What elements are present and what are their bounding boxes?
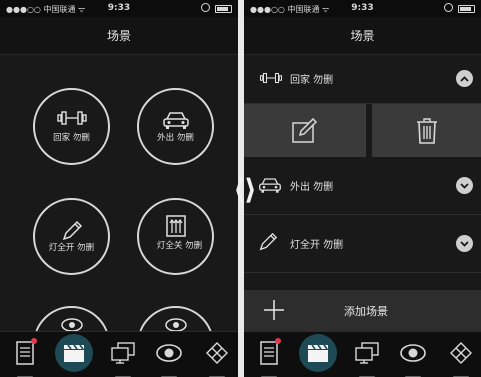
monitors-icon: [355, 342, 379, 364]
scene-row-label: 灯全开 勿删: [290, 240, 344, 251]
scene-label: 外出 勿删: [157, 133, 194, 143]
scene-row-label: 回家 勿删: [290, 75, 334, 86]
plus-icon: [264, 300, 284, 320]
tab-devices[interactable]: [106, 336, 140, 377]
edit-icon: [292, 117, 318, 143]
status-bar: ●●●○○ 中国联通 ᯤ 9:33: [0, 0, 238, 17]
scene-row-away[interactable]: 外出 勿删: [244, 157, 481, 215]
scene-label: 灯全开 勿删: [48, 243, 95, 253]
scene-label: 回家 勿删: [53, 133, 90, 143]
scene-button-lights-off[interactable]: 灯全关 勿删: [137, 198, 214, 275]
chevron-up-icon[interactable]: [456, 70, 473, 87]
scene-row-lights-on[interactable]: 灯全开 勿删: [244, 215, 481, 273]
scene-row-label: 外出 勿删: [290, 182, 334, 193]
tab-monitor[interactable]: [152, 336, 186, 377]
scene-button-lights-on[interactable]: 灯全开 勿删: [33, 198, 110, 275]
delete-button[interactable]: [372, 104, 481, 157]
dumbbell-icon: [259, 72, 283, 84]
pen-icon: [62, 220, 82, 241]
page-title: 场景: [0, 17, 238, 55]
trash-icon: [416, 117, 437, 144]
tab-bar: [244, 331, 481, 377]
eye-icon: [156, 344, 182, 362]
diamond-grid-icon: [450, 342, 472, 364]
right-screen: ●●●○○ 中国联通 ᯤ 9:33 场景 回家 勿删 外出 勿删 灯全开 勿删 …: [244, 0, 481, 377]
tab-more[interactable]: [200, 336, 234, 377]
tab-devices[interactable]: [350, 336, 384, 377]
add-scene-button[interactable]: 添加场景: [244, 290, 481, 332]
left-screen: ●●●○○ 中国联通 ᯤ 9:33 场景 回家 勿删 外出 勿删 灯全开 勿删 …: [0, 0, 238, 377]
add-scene-label: 添加场景: [344, 305, 388, 318]
car-icon: [162, 112, 189, 129]
clapperboard-icon: [308, 344, 328, 362]
tab-document[interactable]: [8, 336, 42, 377]
clapperboard-icon: [64, 344, 84, 362]
battery-icon: [458, 5, 475, 13]
battery-icon: [215, 5, 232, 13]
status-bar: ●●●○○ 中国联通 ᯤ 9:33: [244, 0, 481, 17]
tab-monitor[interactable]: [396, 336, 430, 377]
eye-icon: [164, 318, 187, 332]
swipe-handle-icon[interactable]: ⟨⟩: [229, 173, 259, 207]
scene-button-home[interactable]: 回家 勿删: [33, 88, 110, 165]
scene-button-away[interactable]: 外出 勿删: [137, 88, 214, 165]
rotation-lock-icon: [201, 3, 210, 12]
diamond-grid-icon: [206, 342, 228, 364]
eye-icon: [400, 344, 426, 362]
document-icon: [16, 341, 34, 365]
chevron-down-icon[interactable]: [456, 177, 473, 194]
pen-icon: [259, 232, 278, 251]
scene-row-home[interactable]: 回家 勿删: [244, 50, 481, 104]
chevron-down-icon[interactable]: [456, 235, 473, 252]
dumbbell-icon: [56, 111, 87, 125]
tab-document[interactable]: [252, 336, 286, 377]
car-icon: [259, 178, 281, 193]
notification-badge: [31, 338, 37, 344]
tab-more[interactable]: [444, 336, 478, 377]
document-icon: [260, 341, 278, 365]
notification-badge: [275, 338, 281, 344]
scene-actions: [244, 104, 481, 157]
edit-button[interactable]: [244, 104, 366, 157]
tab-scenes[interactable]: [55, 334, 93, 372]
box-arrows-icon: [165, 215, 186, 237]
rotation-lock-icon: [444, 3, 453, 12]
tab-bar: [0, 331, 238, 377]
tab-scenes[interactable]: [299, 334, 337, 372]
scene-label: 灯全关 勿删: [156, 241, 203, 251]
eye-icon: [60, 318, 83, 332]
monitors-icon: [111, 342, 135, 364]
